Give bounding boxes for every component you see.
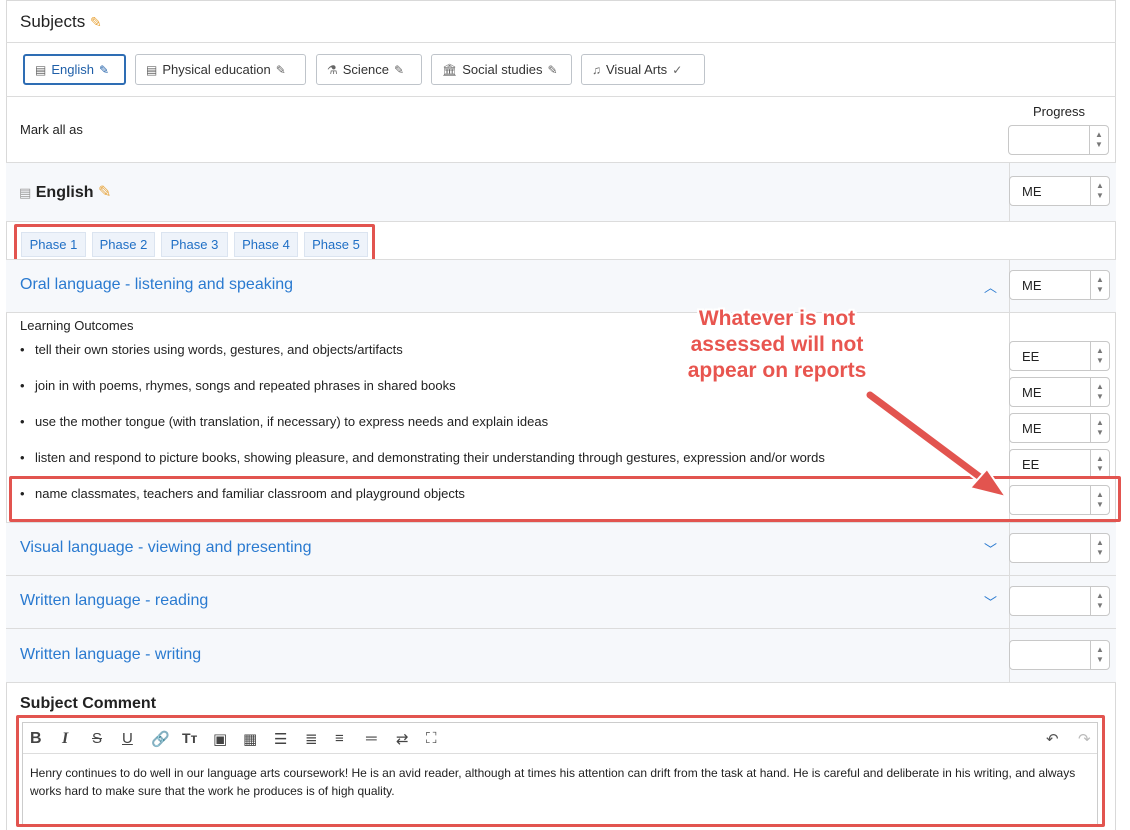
section-title-visual[interactable]: Visual language - viewing and presenting xyxy=(20,539,311,557)
spinner-value: ME xyxy=(1022,421,1042,436)
spinner-arrows-icon[interactable]: ▲ ▼ xyxy=(1089,126,1108,154)
spinner-value: EE xyxy=(1022,349,1040,364)
subject-button-physical-education[interactable]: ▤ Physical education ✎ xyxy=(135,54,306,85)
subject-button-science[interactable]: ⚗ Science ✎ xyxy=(316,54,422,85)
comment-label: Subject Comment xyxy=(20,695,157,712)
outcome-progress-spinner[interactable]: ME ▲ ▼ xyxy=(1009,413,1110,443)
spinner-arrows-icon[interactable]: ▲ ▼ xyxy=(1090,534,1109,562)
outcome-progress-spinner[interactable]: EE ▲ ▼ xyxy=(1009,449,1110,479)
subject-header-row: ▤ English ✎ xyxy=(6,162,1116,221)
spinner-arrows-icon[interactable]: ▲ ▼ xyxy=(1090,378,1109,406)
chevron-down-icon[interactable]: ﹀ xyxy=(984,539,997,558)
mark-all-spinner[interactable]: ▲ ▼ xyxy=(1008,125,1109,155)
building-icon: 🏛 xyxy=(442,62,458,77)
annotation-box-phases xyxy=(14,224,375,262)
spinner-value: EE xyxy=(1022,457,1040,472)
learning-outcomes-label: Learning Outcomes xyxy=(20,318,134,333)
spinner-arrows-icon[interactable]: ▲ ▼ xyxy=(1090,450,1109,478)
outcome-progress-spinner[interactable]: ME ▲ ▼ xyxy=(1009,377,1110,407)
music-icon: ♫ xyxy=(592,62,601,77)
outcome-progress-spinner[interactable]: EE ▲ ▼ xyxy=(1009,341,1110,371)
writing-progress-spinner[interactable]: ▲ ▼ xyxy=(1009,640,1110,670)
chevron-down-icon[interactable]: ﹀ xyxy=(984,592,997,611)
subject-button-label: Science xyxy=(342,62,390,77)
annotation-arrow xyxy=(864,389,1009,499)
document-icon: ▤ xyxy=(146,62,158,77)
spinner-arrows-icon[interactable]: ▲ ▼ xyxy=(1090,177,1109,205)
annotation-box-comment xyxy=(16,715,1105,827)
subject-button-label: Social studies xyxy=(462,62,543,77)
reading-progress-spinner[interactable]: ▲ ▼ xyxy=(1009,586,1110,616)
section-oral-row[interactable]: Oral language - listening and speaking ︿ xyxy=(6,259,1116,312)
edit-pencil-icon[interactable]: ✎ xyxy=(90,14,102,30)
edit-icon: ✎ xyxy=(394,62,405,77)
edit-icon: ✎ xyxy=(275,62,286,77)
check-circle-icon: ✓ xyxy=(672,62,683,77)
spinner-arrows-icon[interactable]: ▲ ▼ xyxy=(1090,587,1109,615)
progress-header: Progress xyxy=(1033,104,1086,119)
section-title-oral[interactable]: Oral language - listening and speaking xyxy=(20,276,293,294)
edit-pencil-icon[interactable]: ✎ xyxy=(98,184,111,201)
document-icon: ▤ xyxy=(19,185,32,200)
chevron-up-icon[interactable]: ︿ xyxy=(984,277,997,296)
outcome-item: • join in with poems, rhymes, songs and r… xyxy=(20,378,456,393)
section-title-reading[interactable]: Written language - reading xyxy=(20,592,208,610)
subject-button-label: Physical education xyxy=(162,62,271,77)
section-writing-row[interactable]: Written language - writing xyxy=(6,628,1116,682)
page-title: Subjects ✎ xyxy=(20,12,102,31)
spinner-arrows-icon[interactable]: ▲ ▼ xyxy=(1090,342,1109,370)
subject-title: ▤ English ✎ xyxy=(19,184,112,201)
outcome-item: • tell their own stories using words, ges… xyxy=(20,342,403,357)
section-reading-row[interactable]: Written language - reading ﹀ xyxy=(6,575,1116,628)
subject-button-label: English xyxy=(51,62,94,77)
annotation-text: Whatever is not assessed will not appear… xyxy=(687,307,867,382)
edit-icon: ✎ xyxy=(98,62,110,77)
subject-button-english[interactable]: ▤ English ✎ xyxy=(23,54,126,85)
spinner-value: ME xyxy=(1022,385,1042,400)
outcome-item: • use the mother tongue (with translation… xyxy=(20,414,549,429)
visual-progress-spinner[interactable]: ▲ ▼ xyxy=(1009,533,1110,563)
subject-button-label: Visual Arts xyxy=(606,62,668,77)
spinner-arrows-icon[interactable]: ▲ ▼ xyxy=(1090,641,1109,669)
mark-all-label: Mark all as xyxy=(20,122,83,137)
spinner-value: ME xyxy=(1022,184,1042,199)
edit-icon: ✎ xyxy=(547,62,558,77)
section-visual-row[interactable]: Visual language - viewing and presenting… xyxy=(6,522,1116,575)
mark-all-row: Progress Mark all as xyxy=(6,96,1116,162)
document-icon: ▤ xyxy=(35,62,47,77)
outcome-item: • listen and respond to picture books, sh… xyxy=(20,450,825,465)
spinner-arrows-icon[interactable]: ▲ ▼ xyxy=(1090,414,1109,442)
flask-icon: ⚗ xyxy=(327,62,338,77)
spinner-value: ME xyxy=(1022,278,1042,293)
section-title-writing[interactable]: Written language - writing xyxy=(20,646,201,664)
subject-button-social-studies[interactable]: 🏛 Social studies ✎ xyxy=(431,54,572,85)
spinner-arrows-icon[interactable]: ▲ ▼ xyxy=(1090,271,1109,299)
subject-button-visual-arts[interactable]: ♫ Visual Arts ✓ xyxy=(581,54,705,85)
subject-progress-spinner[interactable]: ME ▲ ▼ xyxy=(1009,176,1110,206)
oral-progress-spinner[interactable]: ME ▲ ▼ xyxy=(1009,270,1110,300)
